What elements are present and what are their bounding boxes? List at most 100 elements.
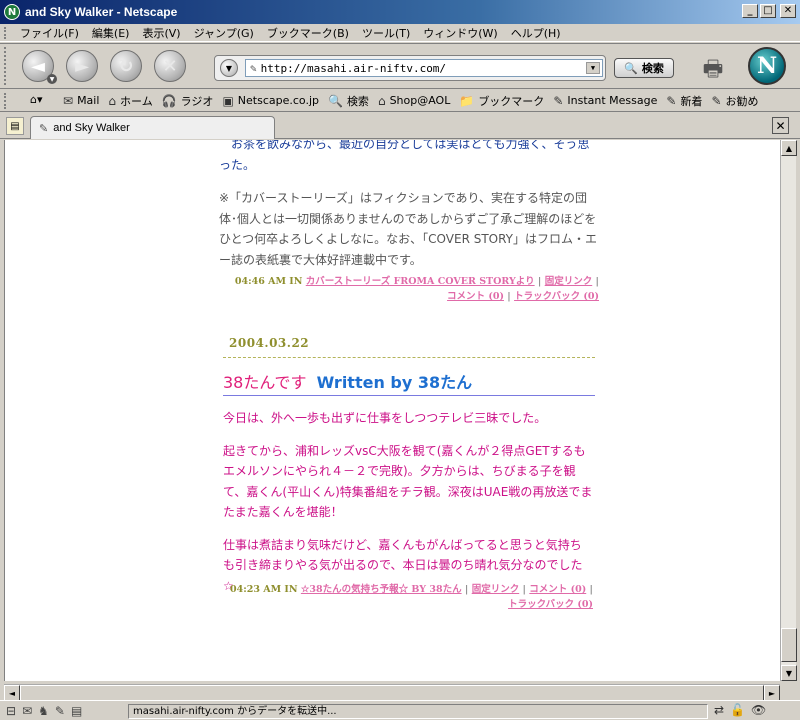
address-book-icon[interactable]: ▤: [71, 704, 82, 718]
menu-edit[interactable]: 編集(E): [92, 25, 130, 41]
home-tab-icon[interactable]: ⌂▾: [30, 93, 54, 109]
search-button[interactable]: 🔍 検索: [614, 58, 674, 78]
horizontal-scroll-thumb[interactable]: [20, 685, 764, 701]
url-dropdown-button[interactable]: ▼: [586, 62, 600, 74]
bookmark-label: 検索: [346, 94, 369, 108]
composer-icon[interactable]: ✎: [55, 704, 65, 718]
print-icon[interactable]: 🖶: [698, 52, 728, 82]
post-title[interactable]: 38たんです: [223, 373, 307, 392]
date-header-block: 2004.03.22: [219, 336, 599, 350]
post-author: Written by 38たん: [316, 373, 473, 392]
mail-icon: ✉: [63, 93, 74, 108]
page-icon: ✎: [250, 61, 257, 75]
bookmark-mail[interactable]: ✉ Mail: [63, 94, 99, 108]
menu-bookmarks[interactable]: ブックマーク(B): [267, 25, 349, 41]
trackback-link[interactable]: トラックバック (0): [508, 599, 593, 610]
bookmark-search[interactable]: 🔍 検索: [328, 93, 369, 109]
bookmark-label: ホーム: [120, 94, 153, 108]
comments-link[interactable]: コメント (0): [529, 584, 586, 595]
recommend-icon: ✎: [711, 93, 722, 108]
menu-bar: ファイル(F) 編集(E) 表示(V) ジャンプ(G) ブックマーク(B) ツー…: [0, 24, 800, 42]
title-bar: N and Sky Walker - Netscape _ □ ✕: [0, 0, 800, 24]
disclaimer-block: ※「カバーストーリーズ」はフィクションであり、実在する特定の団体･個人とは一切関…: [219, 188, 599, 270]
bookmark-instant-message[interactable]: ✎ Instant Message: [553, 94, 657, 108]
menu-go[interactable]: ジャンプ(G): [194, 25, 254, 41]
menu-view[interactable]: 表示(V): [142, 25, 180, 41]
page-content: お茶を飲みながら、最近の自分としては実はとても力強く、そう思った。 ※「カバース…: [4, 140, 780, 681]
url-bar-container: ▼ ✎ http://masahi.air-niftv.com/ ▼: [214, 55, 606, 81]
menu-tools[interactable]: ツール(T): [362, 25, 410, 41]
url-input[interactable]: ✎ http://masahi.air-niftv.com/ ▼: [245, 59, 603, 77]
maximize-button[interactable]: □: [760, 4, 776, 18]
scroll-left-icon[interactable]: ◄: [4, 685, 20, 701]
menu-window[interactable]: ウィンドウ(W): [423, 25, 497, 41]
bookmark-label: ラジオ: [180, 94, 214, 108]
post-time: 04:23 AM IN: [229, 584, 298, 595]
category-link[interactable]: カバーストーリーズ FROMA COVER STORYより: [306, 276, 535, 287]
back-button[interactable]: ◄ ▼: [22, 50, 57, 84]
netscape-logo-icon[interactable]: N: [748, 47, 786, 85]
minimize-button[interactable]: _: [742, 4, 758, 18]
navigator-icon[interactable]: ⊟: [6, 704, 16, 718]
personal-toolbar: ⌂▾ ✉ Mail ⌂ ホーム 🎧 ラジオ ▣ Netscape.co.jp 🔍 検索 ⌂…: [0, 90, 800, 112]
previous-post-meta: 04:46 AM IN カバーストーリーズ FROMA COVER STORYよ…: [234, 276, 599, 302]
status-component-icons: ⊟ ✉ ♞ ✎ ▤: [6, 704, 82, 718]
permalink-link[interactable]: 固定リンク: [472, 584, 520, 595]
security-icon[interactable]: 🔓: [730, 703, 745, 717]
close-window-button[interactable]: ✕: [780, 4, 796, 18]
radio-icon: 🎧: [161, 93, 177, 108]
menu-help[interactable]: ヘルプ(H): [511, 25, 561, 41]
url-text: http://masahi.air-niftv.com/: [260, 61, 447, 75]
window-title: and Sky Walker - Netscape: [25, 5, 178, 19]
tab-current[interactable]: ✎ and Sky Walker: [30, 116, 275, 139]
comments-link[interactable]: コメント (0): [447, 291, 504, 302]
reload-button[interactable]: ↻: [110, 50, 142, 82]
window-controls: _ □ ✕: [742, 4, 796, 18]
permalink-link[interactable]: 固定リンク: [545, 276, 593, 287]
toolbar-grip[interactable]: [4, 92, 10, 109]
navigation-toolbar: ◄ ▼ ► ↻ ✕ ▼ ✎ http://masahi.air-niftv.co…: [0, 43, 800, 89]
bookmark-label: Shop@AOL: [389, 94, 451, 107]
disclaimer-text: ※「カバーストーリーズ」はフィクションであり、実在する特定の団体･個人とは一切関…: [219, 191, 598, 267]
mail-icon[interactable]: ✉: [22, 704, 32, 718]
category-link[interactable]: ☆38たんの気持ち予報☆ BY 38たん: [301, 584, 462, 595]
vertical-scroll-thumb[interactable]: [781, 628, 797, 662]
privacy-icon[interactable]: 👁: [751, 703, 766, 717]
toolbar-grip[interactable]: [4, 27, 10, 39]
close-tab-button[interactable]: ✕: [772, 117, 789, 134]
magnifier-icon: 🔍: [624, 61, 638, 75]
previous-post-tail: お茶を飲みながら、最近の自分としては実はとても力強く、そう思った。: [219, 140, 599, 175]
scroll-up-icon[interactable]: ▲: [781, 140, 797, 156]
bookmark-label: Netscape.co.jp: [237, 94, 319, 107]
scroll-right-icon[interactable]: ►: [764, 685, 780, 701]
bookmark-bookmarks[interactable]: 📁 ブックマーク: [459, 93, 544, 109]
instant-message-icon: ✎: [553, 93, 564, 108]
my-netscape-icon: ▣: [222, 93, 234, 108]
toolbar-grip[interactable]: [4, 47, 10, 85]
url-history-dropdown-icon[interactable]: ▼: [220, 59, 238, 77]
forward-button[interactable]: ►: [66, 50, 98, 82]
stop-button[interactable]: ✕: [154, 50, 186, 82]
bookmark-shop[interactable]: ⌂ Shop@AOL: [378, 94, 450, 108]
bookmark-new[interactable]: ✎ 新着: [666, 93, 702, 109]
back-dropdown-icon[interactable]: ▼: [47, 74, 57, 84]
back-arrow-icon: ◄: [31, 55, 45, 77]
title-underline: [223, 395, 595, 396]
tab-label: and Sky Walker: [53, 122, 130, 134]
new-tab-icon[interactable]: ▤: [6, 117, 24, 135]
horizontal-scrollbar[interactable]: ◄ ►: [4, 684, 780, 701]
netscape-app-icon[interactable]: N: [4, 4, 20, 20]
status-right-icons: ⇄ 🔓 👁: [714, 703, 766, 717]
bookmark-label: Mail: [77, 94, 100, 107]
forward-arrow-icon: ►: [75, 55, 89, 77]
bookmark-radio[interactable]: 🎧 ラジオ: [162, 93, 214, 109]
bookmark-recommend[interactable]: ✎ お勧め: [711, 93, 758, 109]
bookmark-netscape[interactable]: ▣ Netscape.co.jp: [222, 94, 319, 108]
bookmark-icon: 📁: [459, 93, 475, 108]
bookmark-home[interactable]: ⌂ ホーム: [108, 93, 152, 109]
trackback-link[interactable]: トラックバック (0): [514, 291, 599, 302]
menu-file[interactable]: ファイル(F): [20, 25, 79, 41]
scroll-down-icon[interactable]: ▼: [781, 665, 797, 681]
aim-icon[interactable]: ♞: [38, 704, 49, 718]
vertical-scrollbar[interactable]: ▲ ▼: [780, 140, 797, 681]
